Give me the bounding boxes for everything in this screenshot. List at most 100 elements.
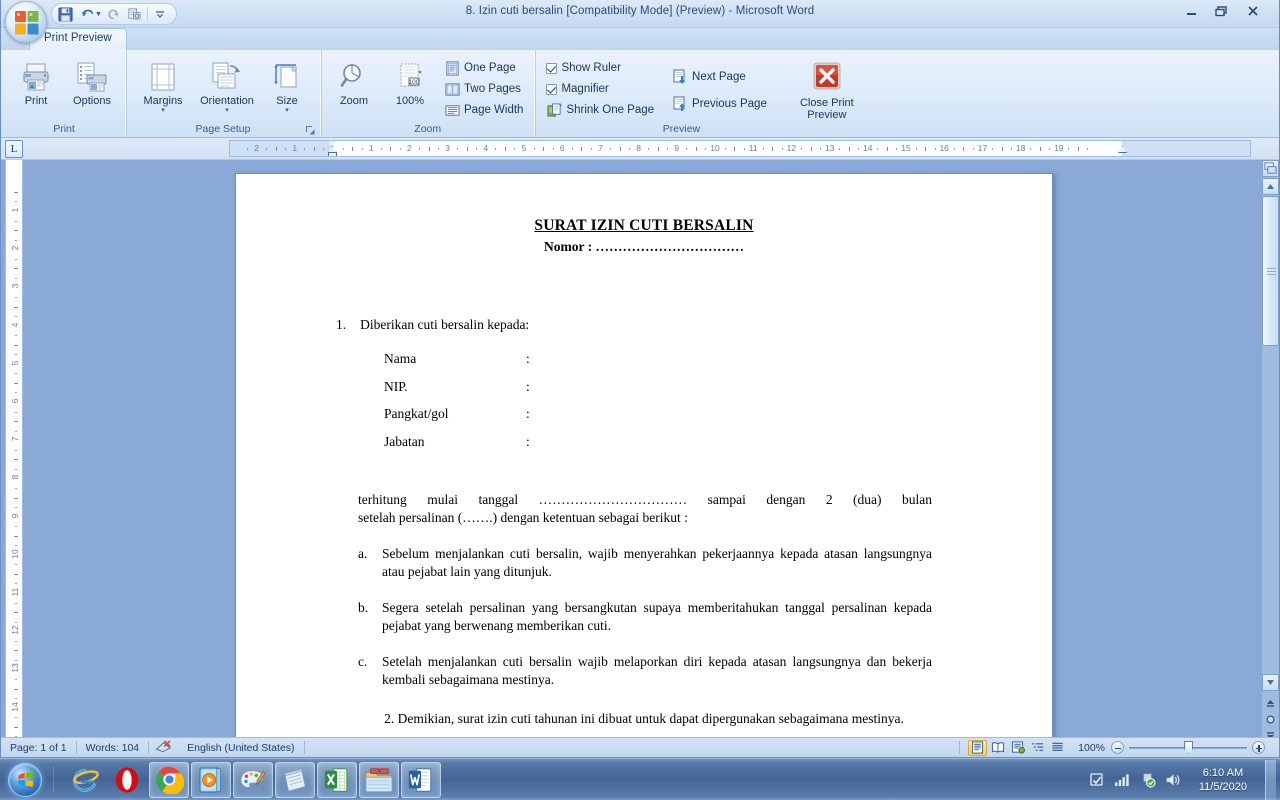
taskbar-item-excel[interactable] — [317, 761, 357, 798]
next-page-button[interactable]: Next Page — [667, 64, 772, 90]
split-window-handle[interactable] — [1262, 160, 1279, 177]
taskbar-item-opera[interactable] — [107, 762, 147, 798]
save-icon[interactable] — [56, 5, 75, 23]
minimize-button[interactable] — [1177, 2, 1205, 22]
network-signal-icon[interactable] — [1114, 771, 1131, 788]
zoom-in-button[interactable] — [1252, 741, 1265, 754]
maximize-restore-button[interactable] — [1207, 2, 1235, 22]
ruler-tick — [15, 239, 17, 241]
close-print-preview-button[interactable]: Close Print Preview — [789, 55, 865, 121]
ruler-tick — [380, 148, 382, 150]
print-preview-icon[interactable] — [125, 5, 144, 23]
status-bar: Page: 1 of 1 Words: 104 English (United … — [1, 737, 1279, 757]
taskbar-item-google-chrome[interactable] — [149, 761, 189, 798]
one-page-button[interactable]: One Page — [439, 58, 528, 78]
list-item: a. Sebelum menjalankan cuti bersalin, wa… — [358, 545, 932, 581]
previous-page-button[interactable]: Previous Page — [667, 91, 772, 117]
orientation-caret-icon[interactable]: ▾ — [225, 107, 229, 114]
view-print-layout-button[interactable] — [968, 739, 988, 756]
scroll-up-button[interactable] — [1262, 178, 1279, 195]
ruler-number: 1 — [368, 143, 374, 153]
group-label-preview: Preview — [662, 123, 701, 135]
zoom-button[interactable]: Zoom — [327, 55, 381, 108]
taskbar-item-media-player[interactable] — [191, 761, 231, 798]
print-button[interactable]: Print — [9, 55, 63, 108]
action-center-icon[interactable] — [1139, 771, 1156, 788]
ruler-tick — [762, 148, 764, 150]
taskbar-item-notepad[interactable] — [275, 761, 315, 798]
status-word-count[interactable]: Words: 104 — [77, 738, 149, 758]
view-draft-button[interactable] — [1048, 740, 1067, 756]
taskbar-item-word[interactable] — [401, 761, 441, 798]
office-button[interactable] — [5, 1, 47, 43]
taskbar-item-paint[interactable] — [233, 761, 273, 798]
page-width-button[interactable]: Page Width — [439, 100, 528, 120]
start-button[interactable] — [2, 761, 48, 799]
zoom-slider-track[interactable] — [1129, 741, 1247, 754]
view-outline-button[interactable] — [1028, 740, 1047, 756]
proofing-errors-icon[interactable] — [149, 738, 178, 758]
show-desktop-button[interactable] — [1265, 759, 1276, 800]
scrollbar-thumb[interactable] — [1262, 196, 1279, 346]
vertical-scrollbar[interactable] — [1262, 160, 1279, 743]
status-language[interactable]: English (United States) — [178, 738, 303, 758]
list-item: c. Setelah menjalankan cuti bersalin waj… — [358, 653, 932, 689]
zoom-slider[interactable] — [1111, 741, 1275, 754]
magnifier-check-icon[interactable] — [546, 83, 558, 95]
size-button[interactable]: Size ▾ — [260, 55, 314, 115]
select-browse-object-button[interactable] — [1262, 711, 1279, 727]
ruler-tick — [495, 148, 497, 150]
margins-icon — [148, 60, 178, 94]
zoom-out-button[interactable] — [1111, 741, 1124, 754]
redo-icon[interactable] — [104, 5, 123, 23]
horizontal-ruler[interactable]: 2 1 1 2 3 4 5 6 7 8 9 10 11 12 13 14 15 16 17 18 19 — [229, 140, 1251, 157]
taskbar-item-windows-explorer[interactable] — [359, 761, 399, 798]
ruler-number: 6 — [10, 398, 20, 404]
speaker-icon[interactable] — [1164, 771, 1181, 788]
page-setup-dialog-launcher[interactable] — [305, 125, 316, 136]
show-ruler-checkbox[interactable]: Show Ruler — [541, 58, 659, 78]
print-options-button[interactable]: Options — [65, 55, 119, 108]
size-caret-icon[interactable]: ▾ — [285, 107, 289, 114]
shrink-one-page-button[interactable]: Shrink One Page — [541, 100, 659, 120]
vertical-ruler[interactable]: 1 2 3 4 5 6 7 8 9 10 11 12 13 14 — [5, 160, 23, 743]
ruler-tick — [15, 507, 17, 509]
two-pages-button[interactable]: Two Pages — [439, 79, 528, 99]
view-web-layout-button[interactable] — [1008, 740, 1027, 756]
orientation-button-label: Orientation — [200, 95, 254, 107]
zoom-level-label[interactable]: 100% — [1076, 738, 1111, 758]
show-ruler-check-icon[interactable] — [546, 62, 558, 74]
ruler-tick — [533, 148, 535, 150]
ruler-number: 18 — [1015, 143, 1026, 153]
field-colon-pangkat: : — [526, 406, 530, 421]
close-button[interactable] — [1239, 2, 1267, 22]
ruler-tick — [886, 147, 888, 151]
undo-dropdown-caret-icon[interactable]: ▼ — [95, 11, 102, 18]
show-hidden-icons-button[interactable] — [1089, 771, 1106, 788]
orientation-button[interactable]: Orientation ▾ — [196, 55, 258, 115]
status-page-indicator[interactable]: Page: 1 of 1 — [1, 738, 76, 758]
ruler-tick — [1049, 148, 1051, 150]
view-full-screen-reading-button[interactable] — [988, 740, 1007, 756]
document-page[interactable]: SURAT IZIN CUTI BERSALIN Nomor : …………………… — [235, 173, 1053, 743]
magnifier-checkbox[interactable]: Magnifier — [541, 79, 659, 99]
taskbar-item-internet-explorer[interactable] — [65, 762, 105, 798]
zoom-slider-handle[interactable] — [1184, 741, 1193, 754]
taskbar-clock[interactable]: 6:10 AM 11/5/2020 — [1189, 766, 1257, 794]
margins-button[interactable]: Margins ▾ — [132, 55, 194, 115]
tab-selector-button[interactable]: L — [5, 140, 23, 158]
ruler-tick — [352, 147, 354, 151]
ruler-number: 12 — [786, 143, 797, 153]
margins-caret-icon[interactable]: ▾ — [161, 107, 165, 114]
customize-qat-caret-icon[interactable] — [151, 5, 170, 23]
left-indent-marker[interactable] — [328, 152, 337, 156]
zoom-100-button[interactable]: 100 100% — [383, 55, 437, 108]
undo-icon[interactable] — [77, 5, 96, 23]
list-marker-b: b. — [358, 600, 369, 615]
ruler-tick — [15, 659, 17, 661]
status-right-group: 100% — [959, 738, 1279, 758]
svg-text:100: 100 — [409, 79, 420, 86]
scroll-down-button[interactable] — [1262, 674, 1279, 691]
browse-previous-button[interactable] — [1262, 695, 1279, 711]
ruler-number: 7 — [10, 436, 20, 442]
